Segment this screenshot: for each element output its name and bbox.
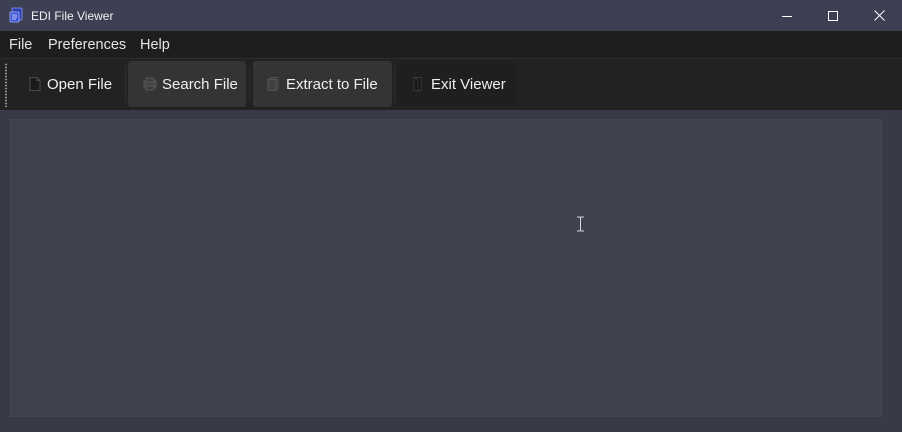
exit-viewer-button[interactable]: Exit Viewer (397, 61, 517, 107)
window-title: EDI File Viewer (31, 9, 114, 23)
search-file-label: Search File (162, 75, 238, 93)
menu-file[interactable]: File (9, 37, 32, 53)
extract-to-file-button[interactable]: Extract to File (253, 61, 392, 107)
edi-content-viewer[interactable] (10, 119, 882, 417)
search-file-icon (142, 76, 158, 92)
app-icon (9, 7, 25, 23)
toolbar-grip-handle[interactable] (5, 63, 7, 107)
exit-icon (411, 76, 427, 92)
exit-viewer-label: Exit Viewer (431, 75, 506, 93)
extract-to-file-label: Extract to File (286, 75, 378, 93)
close-icon (873, 10, 885, 21)
title-bar[interactable]: EDI File Viewer (0, 0, 902, 31)
open-file-label: Open File (47, 75, 113, 93)
toolbar-separator (125, 67, 126, 101)
close-button[interactable] (856, 0, 902, 31)
minimize-button[interactable] (764, 0, 810, 31)
toolbar: Open File Search File Extract to File Ex… (0, 58, 902, 110)
toolbar-separator (394, 67, 395, 101)
menu-help[interactable]: Help (140, 37, 170, 53)
open-file-icon (27, 76, 43, 92)
maximize-icon (828, 10, 838, 21)
maximize-button[interactable] (810, 0, 856, 31)
app-window: EDI File Viewer File Preferences Help Op… (0, 0, 902, 432)
search-file-button[interactable]: Search File (128, 61, 246, 107)
extract-file-icon (266, 76, 282, 92)
menu-bar: File Preferences Help (0, 31, 902, 58)
minimize-icon (782, 11, 792, 21)
toolbar-separator (249, 67, 250, 101)
content-area (0, 110, 902, 432)
open-file-button[interactable]: Open File (10, 61, 123, 107)
menu-preferences[interactable]: Preferences (48, 37, 126, 53)
